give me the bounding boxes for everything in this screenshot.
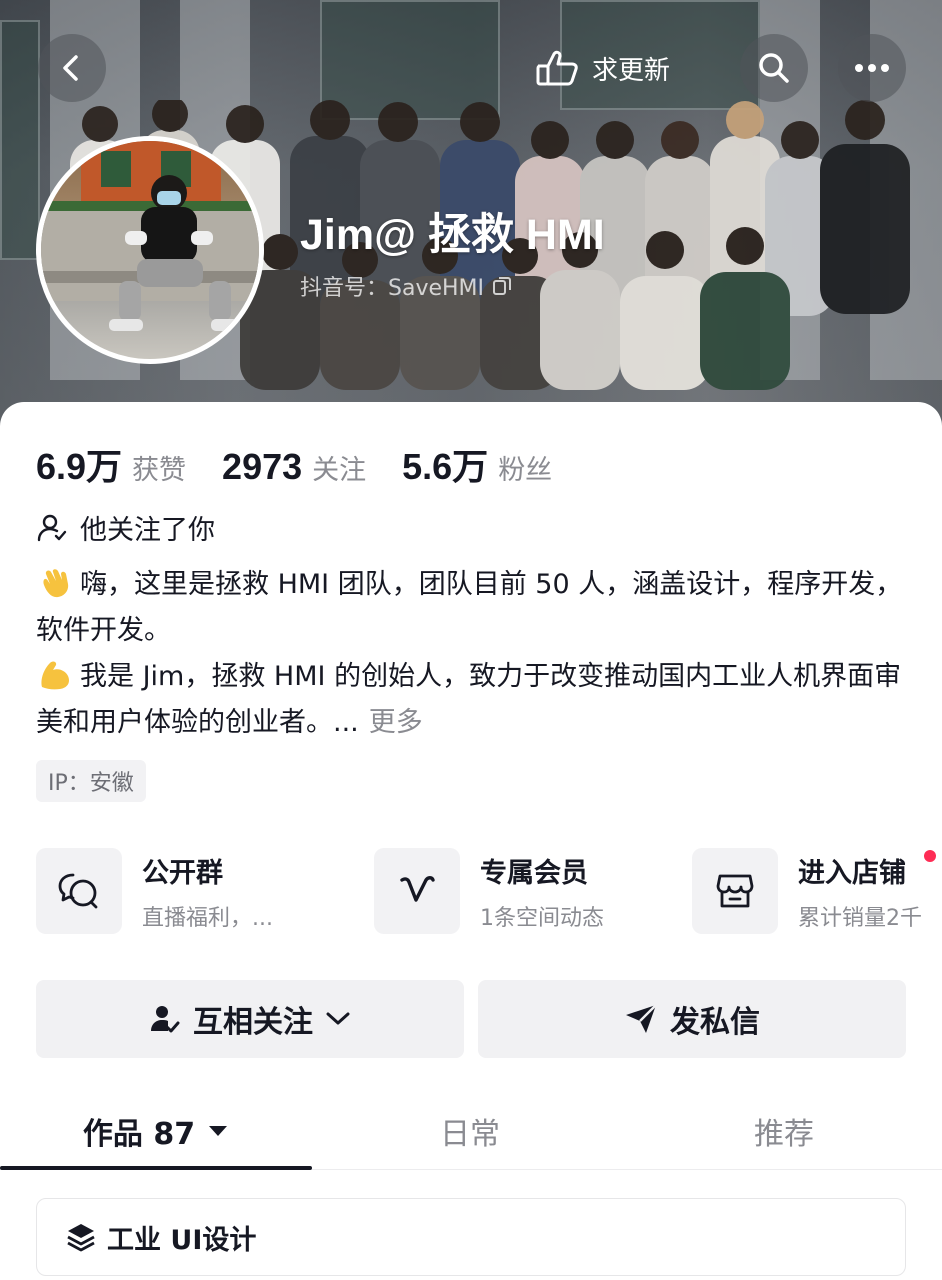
profile-stats: 6.9万 获赞 2973 关注 5.6万 粉丝 [36, 438, 588, 490]
layers-icon [67, 1224, 95, 1252]
person-check-icon [37, 514, 67, 541]
mutual-follow-label: 互相关注 [193, 1005, 313, 1040]
entry-title: 专属会员 [480, 857, 588, 889]
tab-recommend[interactable]: 推荐 [628, 1092, 940, 1170]
back-button[interactable] [38, 34, 106, 102]
stat-following[interactable]: 2973 关注 [222, 446, 366, 488]
caret-down-icon [209, 1126, 228, 1136]
entry-subtitle: 累计销量2千 [798, 905, 922, 931]
entry-title: 进入店铺 [798, 857, 906, 889]
stat-following-label: 关注 [312, 455, 367, 486]
copy-icon[interactable] [492, 276, 512, 296]
feature-entries: 公开群 直播福利，... 专属会员 1条空间动态 进入店铺 累计销量2千 [36, 848, 942, 938]
send-message-button[interactable]: 发私信 [478, 980, 906, 1058]
stat-following-value: 2973 [222, 446, 303, 487]
mutual-follow-button[interactable]: 互相关注 [36, 980, 464, 1058]
stat-likes[interactable]: 6.9万 获赞 [36, 438, 186, 490]
search-button[interactable] [740, 34, 808, 102]
send-message-label: 发私信 [670, 1005, 760, 1040]
entry-subtitle: 直播福利，... [142, 905, 273, 931]
tab-daily-label: 日常 [440, 1117, 500, 1152]
v-badge-icon [400, 876, 435, 902]
tab-works[interactable]: 作品 87 [0, 1092, 312, 1170]
store-icon [716, 874, 754, 908]
ip-location-tag: IP：安徽 [36, 760, 146, 802]
profile-name: Jim@ 拯救 HMI [300, 211, 605, 259]
tab-daily[interactable]: 日常 [314, 1092, 626, 1170]
stat-likes-value: 6.9万 [36, 446, 123, 487]
collection-label: 工业 UI设计 [107, 1224, 257, 1256]
entry-membership[interactable]: 专属会员 1条空间动态 [374, 848, 604, 934]
follows-you-text: 他关注了你 [80, 515, 215, 546]
request-update-label: 求更新 [592, 55, 671, 86]
profile-bio[interactable]: 嗨，这里是拯救 HMI 团队，团队目前 50 人，涵盖设计，程序开发，软件开发。… [36, 562, 908, 746]
tab-recommend-label: 推荐 [754, 1117, 814, 1152]
profile-id-text: 抖音号：SaveHMI [300, 276, 485, 301]
stat-likes-label: 获赞 [132, 455, 187, 486]
entry-icon-box [692, 848, 778, 934]
avatar[interactable] [36, 136, 264, 364]
entry-store[interactable]: 进入店铺 累计销量2千 [692, 848, 936, 934]
entry-title: 公开群 [142, 857, 223, 889]
profile-card: 6.9万 获赞 2973 关注 5.6万 粉丝 他关注了你 嗨，这里是拯救 HM… [0, 402, 942, 1280]
search-icon [759, 53, 789, 83]
building-window [0, 20, 40, 260]
bio-line-1-text: 嗨，这里是拯救 HMI 团队，团队目前 50 人，涵盖设计，程序开发，软件开发。 [36, 569, 903, 646]
person-check-filled-icon [151, 1006, 180, 1033]
content-tabs: 作品 87 日常 推荐 [0, 1092, 942, 1170]
chevron-down-icon [326, 1012, 350, 1025]
request-update-button[interactable]: 求更新 [534, 44, 670, 92]
bio-more-link[interactable]: 更多 [369, 707, 423, 738]
bio-line-2-text: 我是 Jim，拯救 HMI 的创始人，致力于改变推动国内工业人机界面审美和用户体… [36, 661, 902, 738]
bio-line-1: 嗨，这里是拯救 HMI 团队，团队目前 50 人，涵盖设计，程序开发，软件开发。 [36, 562, 908, 654]
stat-followers[interactable]: 5.6万 粉丝 [402, 438, 552, 490]
entry-subtitle: 1条空间动态 [480, 905, 604, 931]
stat-followers-value: 5.6万 [402, 446, 489, 487]
active-tab-indicator [0, 1166, 312, 1170]
waving-hand-icon [43, 569, 69, 598]
entry-icon-box [36, 848, 122, 934]
paper-plane-icon [626, 1004, 657, 1033]
chat-bubbles-icon [58, 873, 98, 909]
profile-id[interactable]: 抖音号：SaveHMI [300, 270, 512, 302]
collection-item[interactable]: 工业 UI设计 [36, 1198, 906, 1276]
bio-line-2: 我是 Jim，拯救 HMI 的创始人，致力于改变推动国内工业人机界面审美和用户体… [36, 654, 908, 746]
tab-works-label: 作品 87 [82, 1117, 196, 1152]
action-buttons: 互相关注 发私信 [36, 980, 906, 1058]
flexed-biceps-icon [41, 661, 70, 690]
avatar-photo [41, 141, 259, 331]
more-options-button[interactable] [838, 34, 906, 102]
more-dots-icon [855, 64, 889, 72]
follows-you-note: 他关注了你 [36, 508, 215, 547]
notification-dot [924, 850, 936, 862]
entry-public-group[interactable]: 公开群 直播福利，... [36, 848, 273, 934]
pointing-hand-icon [536, 50, 578, 86]
chevron-left-icon [63, 55, 78, 81]
entry-icon-box [374, 848, 460, 934]
profile-cover: 求更新 Jim@ 拯救 HMI 抖音号：SaveHMI [0, 0, 942, 430]
stat-followers-label: 粉丝 [498, 455, 553, 486]
